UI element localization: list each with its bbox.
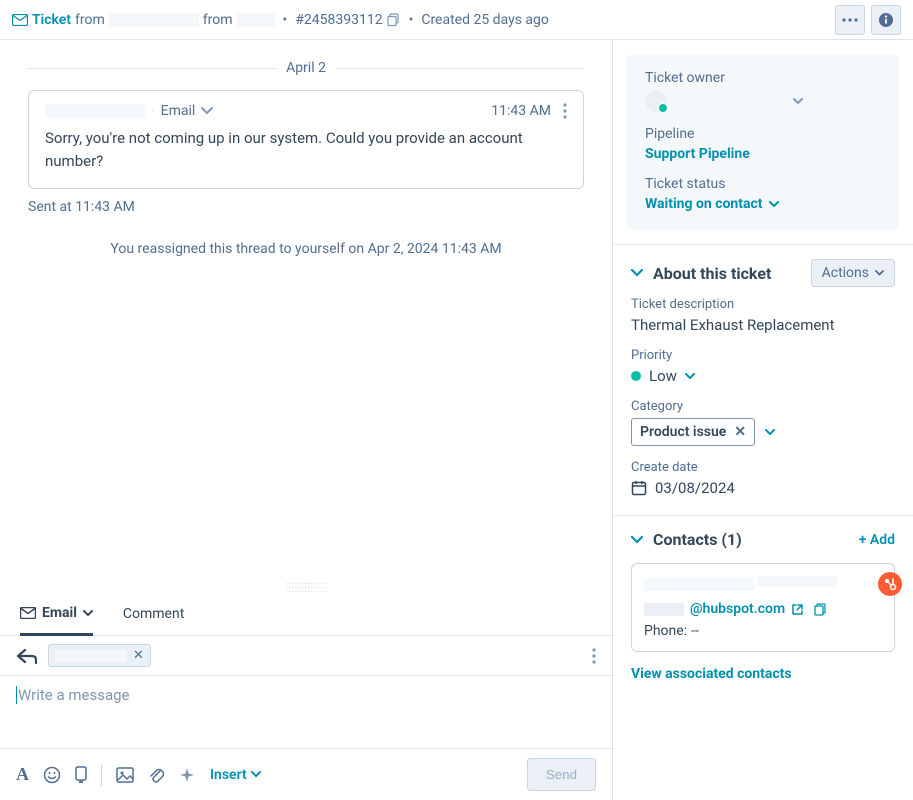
tab-email[interactable]: Email (20, 593, 93, 636)
send-button[interactable]: Send (527, 758, 596, 791)
chevron-down-icon (83, 610, 93, 617)
text-format-button[interactable]: A (16, 764, 29, 785)
view-associated-link[interactable]: View associated contacts (613, 652, 913, 682)
owner-selector[interactable] (645, 90, 881, 112)
chevron-down-icon (631, 536, 643, 544)
status-value: Waiting on contact (645, 196, 763, 212)
attachment-button[interactable] (148, 766, 164, 784)
dot-sep-1: • (283, 12, 288, 28)
message-body: Sorry, you're not coming up in our syste… (45, 127, 567, 172)
add-contact-link[interactable]: + Add (859, 532, 895, 548)
contact-email-domain[interactable]: @hubspot.com (690, 601, 785, 617)
about-title: About this ticket (653, 264, 771, 283)
status-selector[interactable]: Waiting on contact (645, 196, 881, 212)
redacted-contact-name (644, 578, 754, 591)
redacted-email-local (644, 603, 684, 616)
ticket-link[interactable]: Ticket (12, 12, 71, 28)
dot-sep-2: • (409, 12, 414, 28)
reply-button[interactable] (16, 648, 38, 664)
category-label: Category (631, 399, 895, 414)
category-value: Product issue (640, 424, 726, 440)
copy-icon[interactable] (814, 603, 827, 616)
about-section-toggle[interactable]: About this ticket (631, 264, 771, 283)
chevron-down-icon (875, 270, 884, 276)
ticket-number: #2458393112 (295, 12, 382, 28)
actions-label: Actions (822, 265, 869, 281)
contacts-title: Contacts (1) (653, 530, 742, 549)
ai-button[interactable] (178, 766, 196, 784)
ticket-label-text: Ticket (32, 12, 71, 28)
date-divider: April 2 (28, 60, 584, 76)
phone-value: -- (691, 623, 699, 639)
pipeline-label: Pipeline (645, 126, 881, 142)
chevron-down-icon (251, 771, 261, 778)
chevron-down-icon (631, 269, 643, 277)
desc-label: Ticket description (631, 297, 895, 312)
avatar (645, 90, 667, 112)
knowledge-button[interactable] (75, 766, 87, 784)
info-button[interactable] (871, 5, 901, 35)
mail-icon (20, 607, 36, 619)
redacted-recipient (55, 650, 127, 662)
image-button[interactable] (116, 767, 134, 783)
toolbar-divider (101, 764, 102, 786)
compose-placeholder: Write a message (16, 686, 129, 704)
priority-dot-icon (631, 371, 641, 381)
recipient-chip[interactable]: ✕ (48, 644, 151, 667)
chevron-down-icon (685, 373, 695, 380)
chevron-down-icon (793, 98, 803, 105)
message-menu[interactable] (563, 103, 567, 119)
redacted-owner (675, 94, 785, 108)
redacted-sender (45, 104, 145, 118)
phone-label: Phone: (644, 623, 687, 639)
remove-recipient[interactable]: ✕ (133, 648, 144, 663)
hubspot-badge-icon (878, 572, 902, 596)
created-text: Created 25 days ago (421, 12, 549, 28)
compose-more-menu[interactable] (592, 648, 596, 664)
desc-value[interactable]: Thermal Exhaust Replacement (631, 316, 895, 334)
resize-handle[interactable]: :::::::::::::::::::::::::: (0, 583, 612, 593)
priority-value: Low (649, 367, 677, 385)
pipeline-link[interactable]: Support Pipeline (645, 146, 881, 162)
channel-dropdown[interactable] (201, 107, 213, 115)
redacted-name-1 (109, 13, 199, 27)
category-dropdown[interactable] (765, 429, 775, 436)
actions-button[interactable]: Actions (811, 259, 895, 287)
status-label: Ticket status (645, 176, 881, 192)
sent-time-line: Sent at 11:43 AM (28, 199, 584, 215)
reassign-note: You reassigned this thread to yourself o… (28, 241, 584, 257)
redacted-name-2 (237, 13, 275, 27)
tab-comment-label: Comment (123, 606, 184, 622)
date-label: April 2 (276, 60, 336, 76)
copy-icon[interactable] (387, 13, 401, 27)
message-time: 11:43 AM (491, 103, 551, 119)
contacts-section-toggle[interactable]: Contacts (1) (631, 530, 742, 549)
contact-card[interactable]: @hubspot.com Phone: -- (631, 563, 895, 652)
calendar-icon (631, 480, 647, 496)
priority-label: Priority (631, 348, 895, 363)
from-label-2: from (203, 12, 233, 28)
ellipsis-icon (842, 18, 858, 22)
chevron-down-icon (769, 201, 779, 208)
tab-email-label: Email (42, 605, 77, 621)
emoji-button[interactable] (43, 766, 61, 784)
from-label-1: from (75, 12, 105, 28)
insert-label: Insert (210, 767, 247, 783)
create-date-value[interactable]: 03/08/2024 (655, 479, 735, 497)
insert-button[interactable]: Insert (210, 767, 261, 783)
more-button[interactable] (835, 5, 865, 35)
owner-label: Ticket owner (645, 70, 881, 86)
category-tag[interactable]: Product issue ✕ (631, 418, 755, 446)
redacted-contact-subtitle (757, 576, 837, 587)
create-date-label: Create date (631, 460, 895, 475)
priority-selector[interactable]: Low (631, 367, 895, 385)
message-card[interactable]: · Email 11:43 AM Sorry, you're not comin… (28, 90, 584, 189)
tab-comment[interactable]: Comment (123, 594, 184, 634)
mail-icon (12, 14, 28, 26)
compose-input[interactable]: Write a message (0, 676, 612, 748)
remove-category[interactable]: ✕ (734, 424, 746, 440)
external-link-icon[interactable] (791, 603, 804, 616)
channel-label: Email (161, 103, 196, 119)
info-icon (878, 12, 894, 28)
